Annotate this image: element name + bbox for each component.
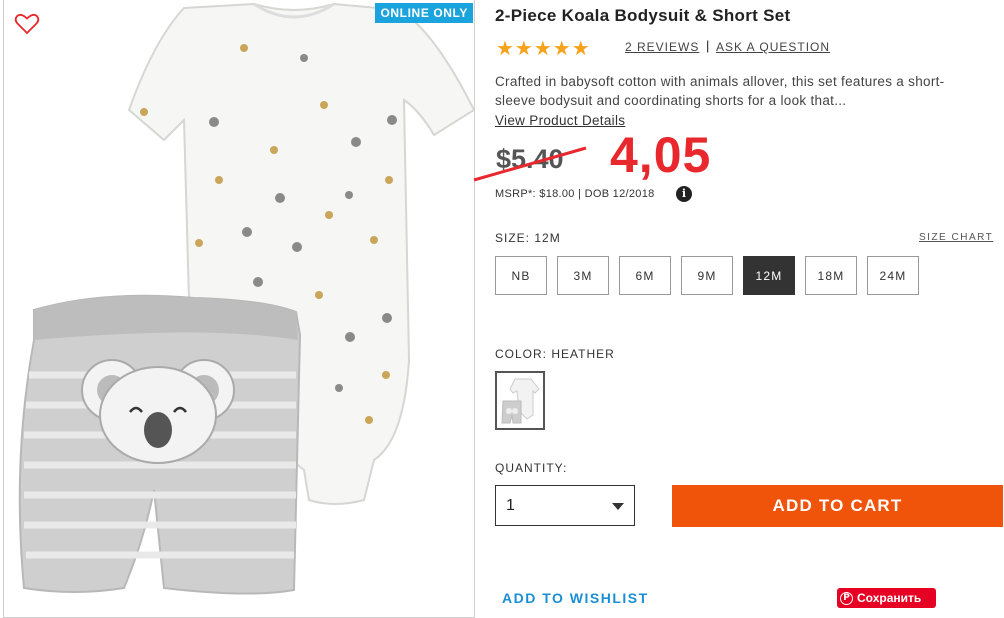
pinterest-save-label: Сохранить xyxy=(857,591,922,605)
reviews-link[interactable]: 2 REVIEWS xyxy=(625,40,699,54)
size-option-9m[interactable]: 9M xyxy=(681,256,733,295)
add-to-wishlist-link[interactable]: ADD TO WISHLIST xyxy=(502,590,649,606)
product-image xyxy=(18,2,474,595)
msrp-text: MSRP*: $18.00 | DOB 12/2018 xyxy=(495,188,655,200)
product-description: Crafted in babysoft cotton with animals … xyxy=(495,74,945,108)
color-label: COLOR: HEATHER xyxy=(495,347,615,361)
online-only-badge: ONLINE ONLY xyxy=(375,3,473,23)
size-option-24m[interactable]: 24M xyxy=(867,256,919,295)
sale-price: 4,05 xyxy=(610,127,712,183)
size-label: SIZE: 12M xyxy=(495,231,561,245)
swatch-thumbnail xyxy=(501,378,540,424)
shorts-image xyxy=(18,294,302,595)
size-option-12m[interactable]: 12M xyxy=(743,256,795,295)
size-option-18m[interactable]: 18M xyxy=(805,256,857,295)
quantity-label: QUANTITY: xyxy=(495,461,568,475)
rating-stars: ★★★★★ xyxy=(496,38,591,60)
pinterest-save-button[interactable]: P Сохранить xyxy=(837,588,936,608)
size-option-6m[interactable]: 6M xyxy=(619,256,671,295)
ask-question-link[interactable]: ASK A QUESTION xyxy=(716,40,830,54)
color-swatch-heather[interactable] xyxy=(495,371,545,430)
separator: | xyxy=(706,38,710,53)
view-product-details-link[interactable]: View Product Details xyxy=(495,113,625,128)
add-to-cart-button[interactable]: ADD TO CART xyxy=(672,485,1003,527)
heart-icon[interactable] xyxy=(14,12,40,36)
info-icon[interactable]: i xyxy=(676,186,692,202)
size-chart-link[interactable]: SIZE CHART xyxy=(919,232,993,243)
pinterest-icon: P xyxy=(840,591,853,605)
price-strikethrough xyxy=(473,146,587,182)
chevron-down-icon xyxy=(612,503,624,510)
quantity-value: 1 xyxy=(506,497,515,514)
size-option-nb[interactable]: NB xyxy=(495,256,547,295)
size-options: NB 3M 6M 9M 12M 18M 24M xyxy=(495,256,919,295)
product-title: 2-Piece Koala Bodysuit & Short Set xyxy=(495,6,791,25)
quantity-select[interactable]: 1 xyxy=(495,485,635,526)
product-image-panel: ONLINE ONLY xyxy=(3,0,475,618)
size-option-3m[interactable]: 3M xyxy=(557,256,609,295)
